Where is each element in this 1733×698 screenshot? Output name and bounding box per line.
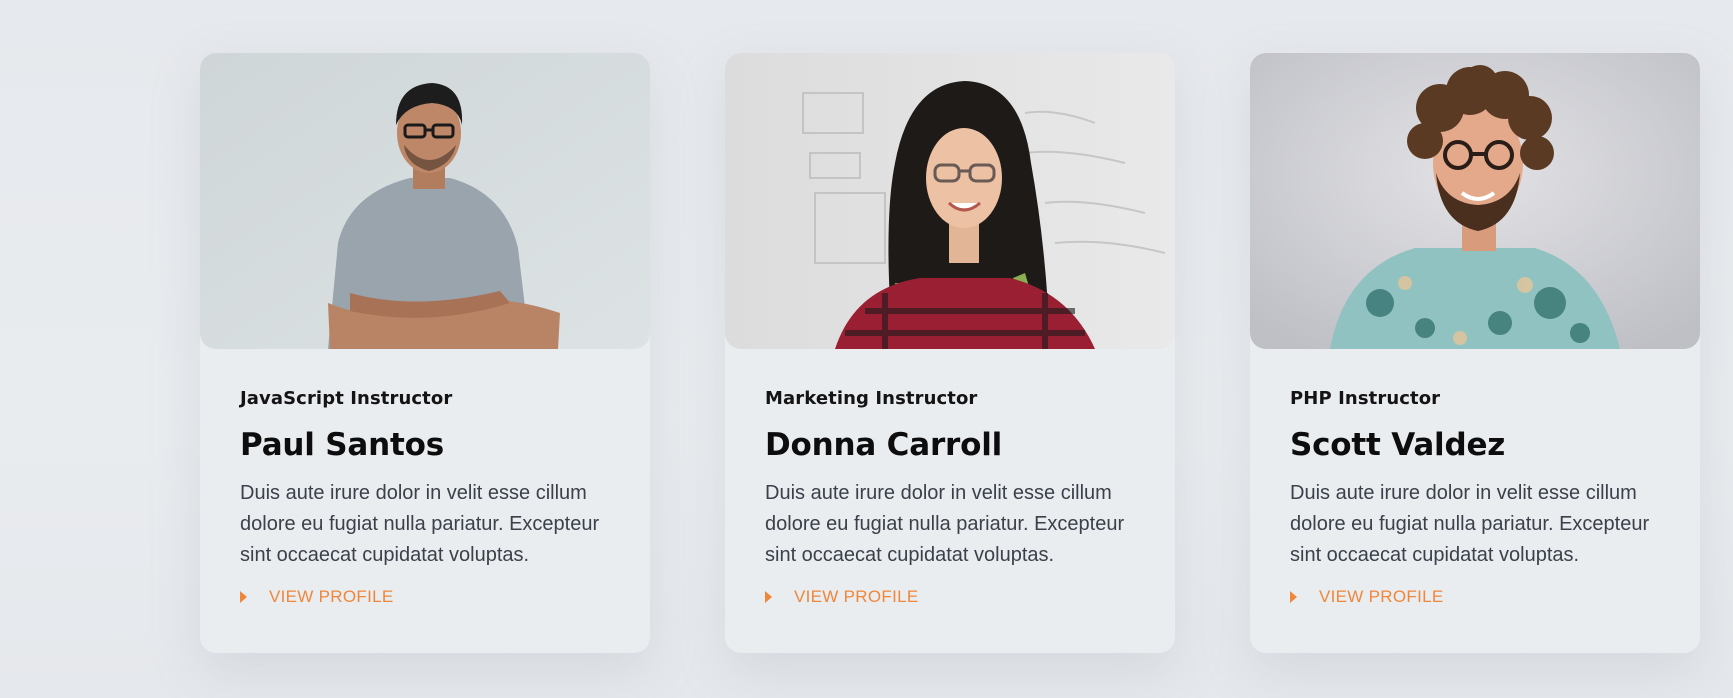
instructor-description: Duis aute irure dolor in velit esse cill… [1290, 482, 1650, 566]
view-profile-link[interactable]: VIEW PROFILE [765, 587, 1135, 607]
card-body: PHP Instructor Scott Valdez Duis aute ir… [1290, 387, 1660, 607]
instructor-card: PHP Instructor Scott Valdez Duis aute ir… [1250, 53, 1700, 653]
caret-right-icon [1290, 591, 1297, 603]
view-profile-label: VIEW PROFILE [794, 587, 919, 606]
instructor-photo [725, 53, 1175, 349]
instructor-card: Marketing Instructor Donna Carroll Duis … [725, 53, 1175, 653]
view-profile-label: VIEW PROFILE [269, 587, 394, 606]
instructor-role: JavaScript Instructor [240, 388, 453, 409]
instructor-name: Paul Santos [240, 427, 444, 463]
instructor-card: JavaScript Instructor Paul Santos Duis a… [200, 53, 650, 653]
instructor-name: Donna Carroll [765, 427, 1003, 463]
instructors-section: JavaScript Instructor Paul Santos Duis a… [0, 0, 1733, 698]
instructor-role: Marketing Instructor [765, 388, 978, 409]
instructor-photo [200, 53, 650, 349]
instructor-description: Duis aute irure dolor in velit esse cill… [765, 482, 1125, 566]
instructor-photo [1250, 53, 1700, 349]
card-body: JavaScript Instructor Paul Santos Duis a… [240, 387, 610, 607]
caret-right-icon [240, 591, 247, 603]
instructor-cards: JavaScript Instructor Paul Santos Duis a… [200, 53, 1700, 653]
view-profile-link[interactable]: VIEW PROFILE [1290, 587, 1660, 607]
instructor-name: Scott Valdez [1290, 427, 1506, 463]
instructor-role: PHP Instructor [1290, 388, 1441, 409]
caret-right-icon [765, 591, 772, 603]
view-profile-label: VIEW PROFILE [1319, 587, 1444, 606]
card-body: Marketing Instructor Donna Carroll Duis … [765, 387, 1135, 607]
view-profile-link[interactable]: VIEW PROFILE [240, 587, 610, 607]
instructor-description: Duis aute irure dolor in velit esse cill… [240, 482, 600, 566]
